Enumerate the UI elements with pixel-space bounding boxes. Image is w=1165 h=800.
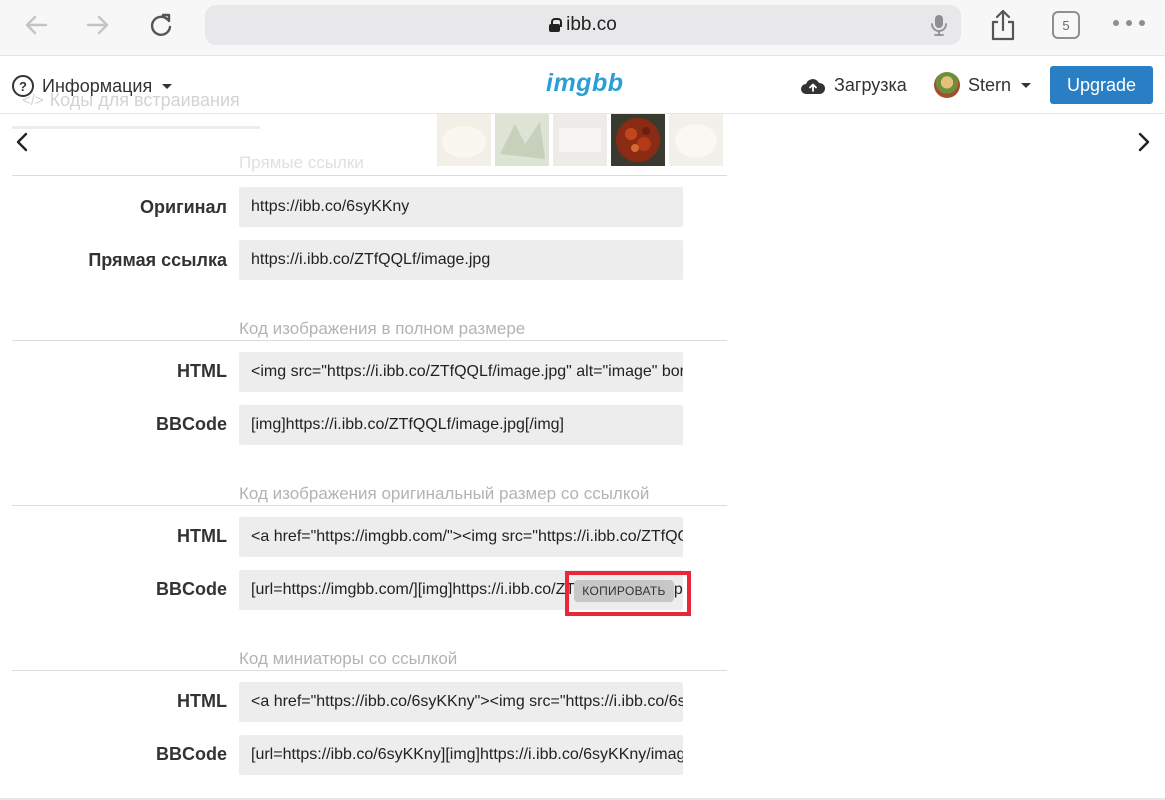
caret-down-icon [162, 83, 173, 89]
section-title-thumbnail-with-link: Код миниатюры со ссылкой [239, 649, 458, 668]
upgrade-button[interactable]: Upgrade [1050, 66, 1153, 104]
thumbnail-image[interactable] [553, 114, 607, 166]
direct-link-field[interactable]: https://i.ibb.co/ZTfQQLf/image.jpg [239, 240, 683, 280]
cloud-upload-icon [801, 78, 826, 94]
full-size-bbcode-field[interactable]: [img]https://i.ibb.co/ZTfQQLf/image.jpg[… [239, 405, 683, 445]
tab-underline [12, 126, 260, 129]
browser-toolbar: ibb.co 5 [0, 0, 1165, 56]
microphone-icon[interactable] [931, 14, 947, 36]
full-size-html-field[interactable]: <img src="https://i.ibb.co/ZTfQQLf/image… [239, 352, 683, 392]
row-label-html: HTML [177, 691, 227, 711]
user-name: Stern [968, 74, 1012, 95]
more-icon[interactable] [1113, 20, 1145, 30]
row-label-direct-link: Прямая ссылка [88, 250, 227, 270]
avatar [934, 72, 960, 98]
address-bar[interactable]: ibb.co [205, 5, 961, 45]
user-menu[interactable]: Stern [934, 72, 1032, 98]
chevron-left-icon[interactable] [14, 131, 32, 153]
row-label-bbcode: BBCode [156, 744, 227, 764]
row-label-html: HTML [177, 361, 227, 381]
reload-button[interactable] [143, 10, 179, 40]
thumbnail-bbcode-field[interactable]: [url=https://ibb.co/6syKKny][img]https:/… [239, 735, 683, 775]
chevron-right-icon[interactable] [1134, 131, 1152, 153]
row-label-html: HTML [177, 526, 227, 546]
url-text: ibb.co [566, 14, 617, 35]
thumbnail-image-selected[interactable] [611, 114, 665, 166]
arrow-right-icon [86, 15, 109, 35]
arrow-left-icon [25, 15, 48, 35]
lock-icon [549, 18, 563, 32]
row-label-bbcode: BBCode [156, 414, 227, 434]
share-icon[interactable] [988, 8, 1018, 42]
section-title-full-size: Код изображения в полном размере [239, 319, 526, 338]
divider [12, 670, 727, 671]
thumbnail-image[interactable] [669, 114, 723, 166]
copy-button[interactable]: КОПИРОВАТЬ [574, 580, 674, 602]
upload-label: Загрузка [834, 75, 907, 95]
code-icon: </> [22, 92, 44, 109]
divider [12, 175, 727, 176]
logo[interactable]: imgbb [546, 69, 624, 98]
upload-button[interactable]: Загрузка [800, 75, 907, 96]
row-label-bbcode: BBCode [156, 579, 227, 599]
forward-button[interactable] [80, 10, 116, 40]
tab-embed-codes-label: Коды для встраивания [49, 90, 240, 110]
reload-icon [150, 13, 172, 36]
original-link-field[interactable]: https://ibb.co/6syKKny [239, 187, 683, 227]
back-button[interactable] [18, 10, 54, 40]
thumbnail-image[interactable] [495, 114, 549, 166]
section-title-direct-links: Прямые ссылки [239, 153, 364, 172]
tab-embed-codes[interactable]: </> Коды для встраивания [22, 90, 240, 111]
linked-original-html-field[interactable]: <a href="https://imgbb.com/"><img src="h… [239, 517, 683, 557]
divider [12, 505, 727, 506]
thumbnail-html-field[interactable]: <a href="https://ibb.co/6syKKny"><img sr… [239, 682, 683, 722]
tabs-button[interactable]: 5 [1052, 11, 1080, 39]
divider [12, 340, 727, 341]
caret-down-icon [1021, 82, 1032, 88]
thumbnail-image[interactable] [437, 114, 491, 166]
row-label-original: Оригинал [140, 197, 227, 217]
section-title-original-with-link: Код изображения оригинальный размер со с… [239, 484, 650, 503]
thumbnail-strip [437, 114, 723, 166]
